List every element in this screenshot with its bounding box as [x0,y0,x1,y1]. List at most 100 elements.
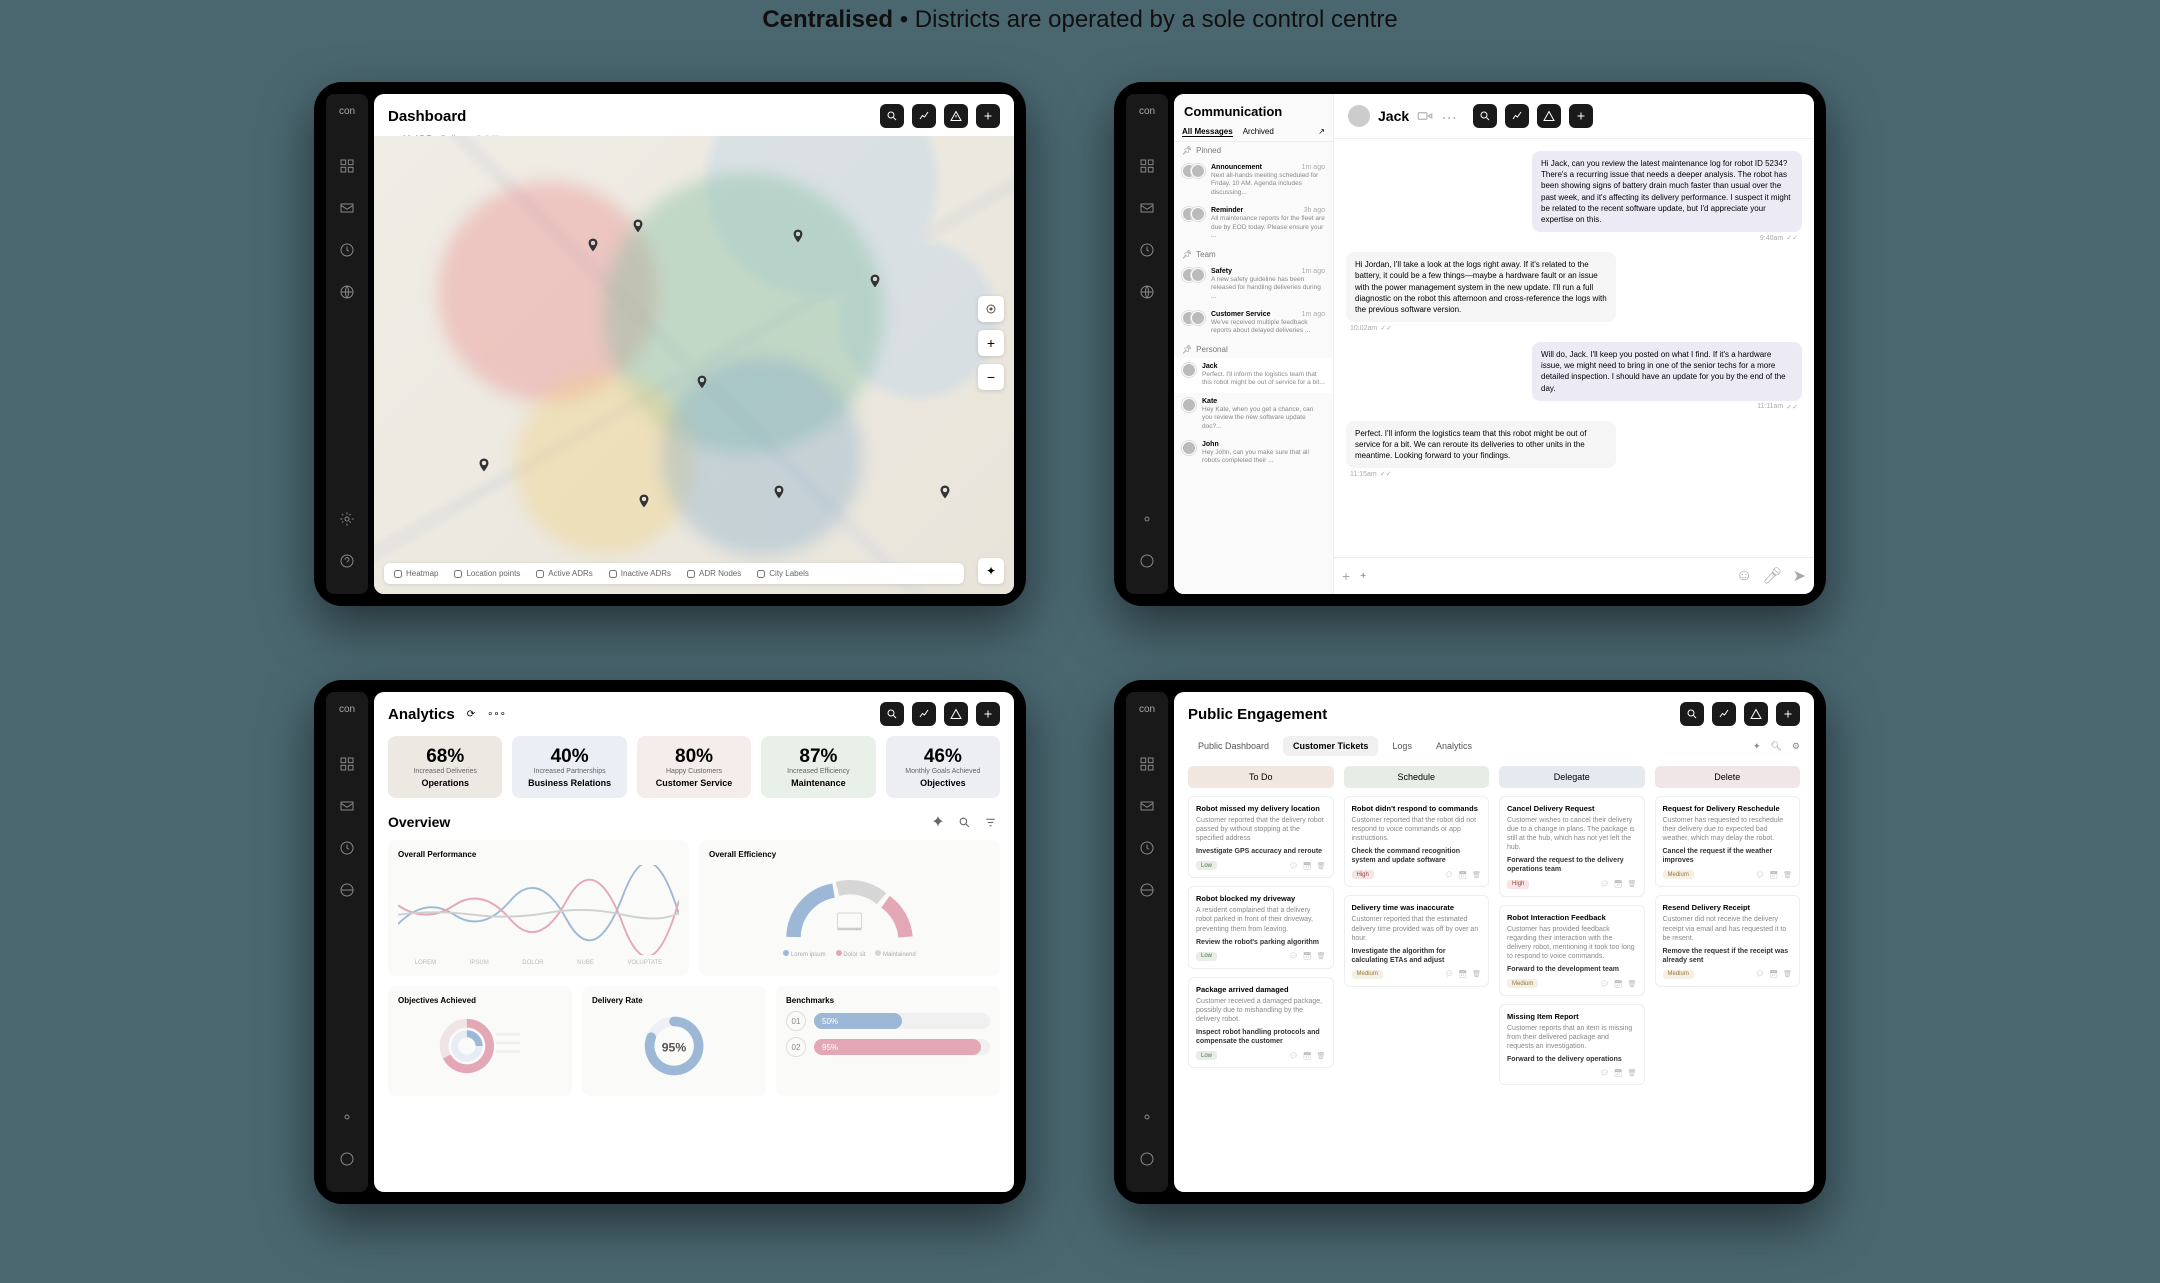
ticket-card[interactable]: Request for Delivery RescheduleCustomer … [1655,796,1801,887]
map-pin-icon[interactable] [771,484,787,500]
nav-help-icon[interactable] [338,552,356,570]
search-icon[interactable] [1680,702,1704,726]
kpi-card[interactable]: 87%Increased EfficiencyMaintenance [761,736,875,798]
map[interactable]: + − Heatmap Location points Active ADRs … [374,136,1014,594]
trash-icon[interactable]: 🗑︎ [1317,1052,1326,1060]
chat-input[interactable] [1360,571,1726,582]
legend-item[interactable]: Inactive ADRs [609,569,671,578]
legend-item[interactable]: ADR Nodes [687,569,741,578]
msg-tab[interactable]: Archived [1243,127,1274,137]
kpi-card[interactable]: 40%Increased PartnershipsBusiness Relati… [512,736,626,798]
mic-icon[interactable]: 🎤︎ [1762,566,1782,586]
nav-clock-icon[interactable] [1138,241,1156,259]
legend-item[interactable]: Active ADRs [536,569,592,578]
nav-globe-icon[interactable] [338,283,356,301]
filter-icon[interactable] [980,812,1000,832]
ticket-card[interactable]: Missing Item ReportCustomer reports that… [1499,1004,1645,1085]
ticket-card[interactable]: Cancel Delivery RequestCustomer wishes t… [1499,796,1645,897]
chat-icon[interactable]: 💬︎ [1444,871,1453,879]
stats-icon[interactable] [912,702,936,726]
legend-item[interactable]: Location points [454,569,520,578]
calendar-icon[interactable]: 📅︎ [1614,980,1623,988]
engagement-tab[interactable]: Public Dashboard [1188,736,1279,756]
chat-icon[interactable]: 💬︎ [1444,970,1453,978]
calendar-icon[interactable]: 📅︎ [1303,862,1312,870]
filter-icon[interactable]: ⚙ [1792,741,1800,752]
stats-icon[interactable] [1712,702,1736,726]
message-list-item[interactable]: Reminder3h agoAll maintenance reports fo… [1174,202,1333,245]
chat-icon[interactable]: 💬︎ [1755,871,1764,879]
nav-grid-icon[interactable] [338,755,356,773]
send-icon[interactable]: ➤ [1793,566,1806,586]
nav-globe-icon[interactable] [338,881,356,899]
nav-globe-icon[interactable] [1138,283,1156,301]
chat-icon[interactable]: 💬︎ [1289,952,1298,960]
ticket-card[interactable]: Package arrived damagedCustomer received… [1188,977,1334,1068]
nav-grid-icon[interactable] [1138,755,1156,773]
nav-clock-icon[interactable] [338,839,356,857]
chat-icon[interactable]: 💬︎ [1600,1069,1609,1077]
legend-item[interactable]: City Labels [757,569,809,578]
chat-icon[interactable]: 💬︎ [1600,880,1609,888]
plus-icon[interactable] [1776,702,1800,726]
nav-settings-icon[interactable] [1138,1108,1156,1126]
map-pin-icon[interactable] [790,228,806,244]
trash-icon[interactable]: 🗑︎ [1317,862,1326,870]
trash-icon[interactable]: 🗑︎ [1628,880,1637,888]
chat-icon[interactable]: 💬︎ [1289,862,1298,870]
kpi-card[interactable]: 68%Increased DeliveriesOperations [388,736,502,798]
message-list-item[interactable]: Announcement1m agoNext all-hands meeting… [1174,159,1333,202]
locate-icon[interactable] [978,296,1004,322]
calendar-icon[interactable]: 📅︎ [1458,871,1467,879]
message-list-item[interactable]: JohnHey John, can you make sure that all… [1174,436,1333,471]
sparkle-icon[interactable]: ✦ [1753,741,1761,752]
legend-item[interactable]: Heatmap [394,569,438,578]
external-icon[interactable]: ↗ [1318,127,1325,137]
kpi-card[interactable]: 80%Happy CustomersCustomer Service [637,736,751,798]
attach-icon[interactable]: + [1342,568,1350,584]
chat-icon[interactable]: 💬︎ [1600,980,1609,988]
nav-inbox-icon[interactable] [338,199,356,217]
engagement-tab[interactable]: Customer Tickets [1283,736,1378,756]
map-pin-icon[interactable] [636,493,652,509]
trash-icon[interactable]: 🗑︎ [1783,871,1792,879]
map-pin-icon[interactable] [937,484,953,500]
trash-icon[interactable]: 🗑︎ [1317,952,1326,960]
ticket-card[interactable]: Robot Interaction FeedbackCustomer has p… [1499,905,1645,996]
chat-icon[interactable]: 💬︎ [1755,970,1764,978]
sparkle-icon[interactable]: ✦ [928,812,948,832]
map-pin-icon[interactable] [630,218,646,234]
trash-icon[interactable]: 🗑︎ [1783,970,1792,978]
zoom-out-icon[interactable]: − [978,364,1004,390]
nav-settings-icon[interactable] [338,510,356,528]
calendar-icon[interactable]: 📅︎ [1458,970,1467,978]
more-icon[interactable]: ∘∘∘ [487,709,506,720]
nav-settings-icon[interactable] [338,1108,356,1126]
stats-icon[interactable] [1505,104,1529,128]
chat-icon[interactable]: 💬︎ [1289,1052,1298,1060]
search-icon[interactable] [880,702,904,726]
kpi-card[interactable]: 46%Monthly Goals AchievedObjectives [886,736,1000,798]
nav-help-icon[interactable] [1138,552,1156,570]
nav-globe-icon[interactable] [1138,881,1156,899]
calendar-icon[interactable]: 📅︎ [1769,970,1778,978]
calendar-icon[interactable]: 📅︎ [1614,880,1623,888]
plus-icon[interactable] [1569,104,1593,128]
message-list-item[interactable]: JackPerfect. I'll inform the logistics t… [1174,358,1333,393]
nav-grid-icon[interactable] [338,157,356,175]
trash-icon[interactable]: 🗑︎ [1472,970,1481,978]
refresh-icon[interactable]: ⟳ [467,709,475,720]
nav-help-icon[interactable] [1138,1150,1156,1168]
search-icon[interactable] [954,812,974,832]
nav-clock-icon[interactable] [338,241,356,259]
warning-icon[interactable] [1537,104,1561,128]
stats-icon[interactable] [912,104,936,128]
search-icon[interactable]: 🔍︎ [1770,741,1781,752]
nav-inbox-icon[interactable] [1138,199,1156,217]
trash-icon[interactable]: 🗑︎ [1628,980,1637,988]
ticket-card[interactable]: Resend Delivery ReceiptCustomer did not … [1655,895,1801,986]
nav-clock-icon[interactable] [1138,839,1156,857]
map-pin-icon[interactable] [867,273,883,289]
nav-inbox-icon[interactable] [338,797,356,815]
warning-icon[interactable] [1744,702,1768,726]
